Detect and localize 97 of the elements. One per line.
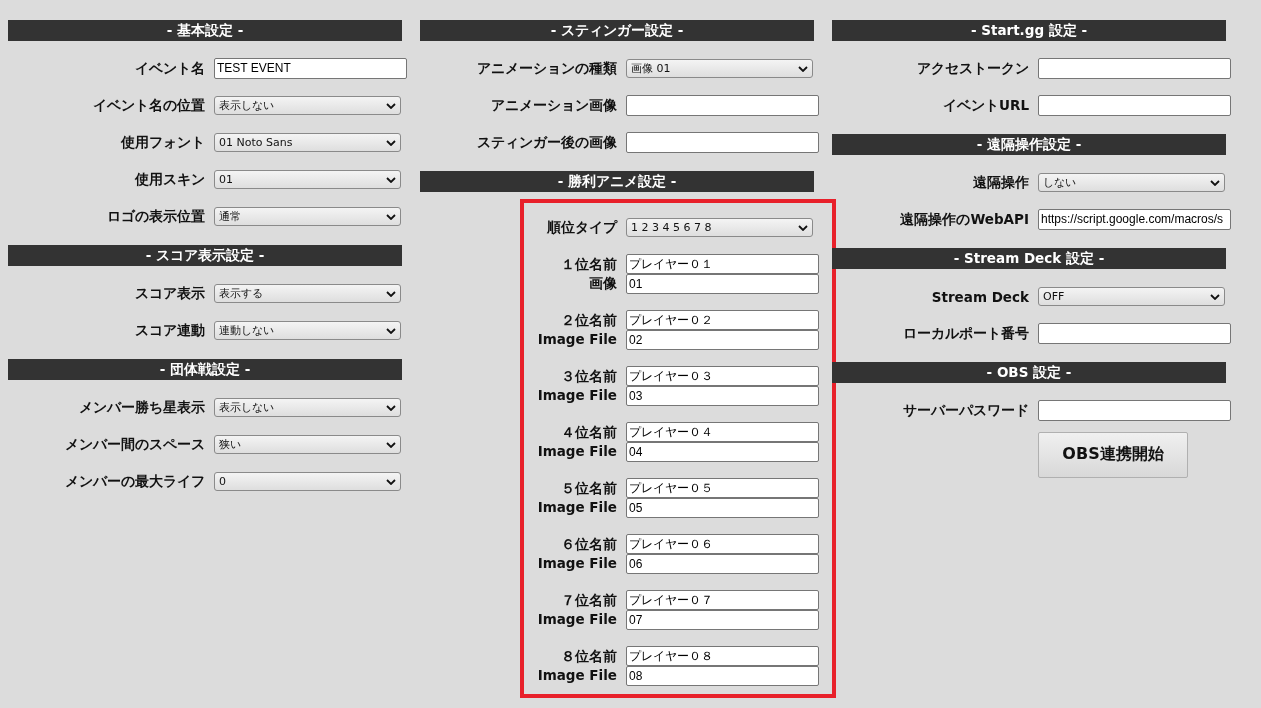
section-header: - OBS 設定 - <box>832 362 1226 383</box>
field-label: 画像 <box>589 274 617 293</box>
text-field[interactable]: 03 <box>626 386 819 406</box>
text-field[interactable]: プレイヤー０２ <box>626 310 819 330</box>
field-label: アニメーション画像 <box>490 96 617 115</box>
field-label: 使用フォント <box>120 133 205 152</box>
field-label: Image File <box>537 498 617 517</box>
text-field[interactable]: プレイヤー０４ <box>626 422 819 442</box>
obs-connect-button[interactable]: OBS連携開始 <box>1038 431 1188 478</box>
field-label: ２位名前 <box>561 311 617 330</box>
field-label: スコア表示 <box>134 284 205 303</box>
dropdown-field[interactable]: 通常 <box>214 207 401 226</box>
field-label: メンバー間のスペース <box>64 435 205 454</box>
field-label: サーバーパスワード <box>902 401 1029 420</box>
text-field[interactable]: TEST EVENT <box>214 58 407 79</box>
field-label: ５位名前 <box>561 479 617 498</box>
text-field[interactable] <box>626 132 819 153</box>
field-label: 遠隔操作のWebAPI <box>899 210 1029 229</box>
field-label: ６位名前 <box>561 535 617 554</box>
dropdown-field[interactable]: OFF <box>1038 287 1225 306</box>
chevron-icon <box>386 404 396 411</box>
field-label: スコア連動 <box>134 321 205 340</box>
chevron-icon <box>386 290 396 297</box>
text-field[interactable]: プレイヤー０７ <box>626 590 819 610</box>
section-header: - Stream Deck 設定 - <box>832 248 1226 269</box>
dropdown-field[interactable]: 連動しない <box>214 321 401 340</box>
field-label: アニメーションの種類 <box>476 59 617 78</box>
text-field[interactable]: プレイヤー０３ <box>626 366 819 386</box>
section-header: - 基本設定 - <box>8 20 402 41</box>
section-header: - スコア表示設定 - <box>8 245 402 266</box>
chevron-icon <box>386 327 396 334</box>
text-field[interactable]: 04 <box>626 442 819 462</box>
dropdown-field[interactable]: 狭い <box>214 435 401 454</box>
text-field[interactable] <box>1038 58 1231 79</box>
chevron-icon <box>386 139 396 146</box>
text-field[interactable]: https://script.google.com/macros/s <box>1038 209 1231 230</box>
section-header: - Start.gg 設定 - <box>832 20 1226 41</box>
text-field[interactable] <box>1038 400 1231 421</box>
field-label: ７位名前 <box>561 591 617 610</box>
section-header: - スティンガー設定 - <box>420 20 814 41</box>
field-label: メンバー勝ち星表示 <box>78 398 205 417</box>
chevron-icon <box>1210 179 1220 186</box>
field-label: ローカルポート番号 <box>902 324 1029 343</box>
field-label: １位名前 <box>561 255 617 274</box>
text-field[interactable]: プレイヤー０１ <box>626 254 819 274</box>
field-label: Image File <box>537 386 617 405</box>
dropdown-field[interactable]: 表示する <box>214 284 401 303</box>
dropdown-field[interactable]: 01 <box>214 170 401 189</box>
section-header: - 勝利アニメ設定 - <box>420 171 814 192</box>
text-field[interactable]: 06 <box>626 554 819 574</box>
text-field[interactable]: 01 <box>626 274 819 294</box>
text-field[interactable] <box>626 95 819 116</box>
field-label: ３位名前 <box>561 367 617 386</box>
field-label: スティンガー後の画像 <box>476 133 617 152</box>
field-label: イベント名 <box>134 59 205 78</box>
section-header: - 団体戦設定 - <box>8 359 402 380</box>
field-label: アクセストークン <box>916 59 1029 78</box>
dropdown-field[interactable]: 表示しない <box>214 398 401 417</box>
chevron-icon <box>386 102 396 109</box>
field-label: Image File <box>537 554 617 573</box>
text-field[interactable]: プレイヤー０５ <box>626 478 819 498</box>
field-label: Image File <box>537 442 617 461</box>
field-label: ８位名前 <box>561 647 617 666</box>
field-label: イベントURL <box>942 96 1029 115</box>
chevron-icon <box>386 176 396 183</box>
field-label: 遠隔操作 <box>972 173 1029 192</box>
text-field[interactable]: 07 <box>626 610 819 630</box>
dropdown-field[interactable]: 01 Noto Sans <box>214 133 401 152</box>
text-field[interactable]: 08 <box>626 666 819 686</box>
field-label: ４位名前 <box>561 423 617 442</box>
field-label: 順位タイプ <box>546 218 617 237</box>
field-label: イベント名の位置 <box>92 96 205 115</box>
dropdown-field[interactable]: 表示しない <box>214 96 401 115</box>
field-label: Image File <box>537 610 617 629</box>
chevron-icon <box>798 224 808 231</box>
section-header: - 遠隔操作設定 - <box>832 134 1226 155</box>
text-field[interactable]: プレイヤー０８ <box>626 646 819 666</box>
field-label: Image File <box>537 330 617 349</box>
chevron-icon <box>386 213 396 220</box>
field-label: Image File <box>537 666 617 685</box>
field-label: ロゴの表示位置 <box>106 207 205 226</box>
field-label: 使用スキン <box>134 170 205 189</box>
chevron-icon <box>1210 293 1220 300</box>
field-label: メンバーの最大ライフ <box>64 472 205 491</box>
dropdown-field[interactable]: 1 2 3 4 5 6 7 8 <box>626 218 813 237</box>
text-field[interactable]: プレイヤー０６ <box>626 534 819 554</box>
chevron-icon <box>386 441 396 448</box>
dropdown-field[interactable]: 0 <box>214 472 401 491</box>
chevron-icon <box>798 65 808 72</box>
dropdown-field[interactable]: しない <box>1038 173 1225 192</box>
chevron-icon <box>386 478 396 485</box>
text-field[interactable] <box>1038 323 1231 344</box>
text-field[interactable] <box>1038 95 1231 116</box>
dropdown-field[interactable]: 画像 01 <box>626 59 813 78</box>
text-field[interactable]: 02 <box>626 330 819 350</box>
text-field[interactable]: 05 <box>626 498 819 518</box>
field-label: Stream Deck <box>930 288 1029 305</box>
